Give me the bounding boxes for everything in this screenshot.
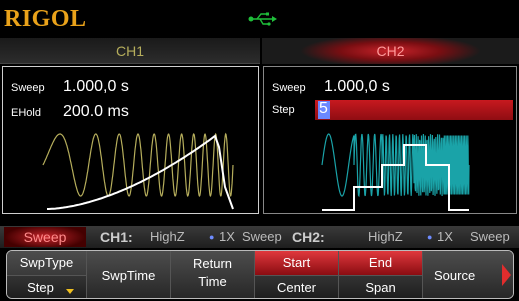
status-ch1-label: CH1:	[100, 229, 133, 245]
swptype-value: Step	[7, 275, 86, 298]
source-label: Source	[434, 268, 476, 283]
status-ch1-dot-icon: ●	[209, 232, 215, 242]
softkey-start-center[interactable]: Start Center	[255, 251, 339, 298]
tab-ch2[interactable]: CH2	[262, 38, 519, 64]
status-ch2-mode: Sweep	[470, 229, 510, 244]
top-bar: RIGOL	[0, 0, 519, 38]
status-ch1-attenuation: 1X	[219, 229, 235, 244]
ch1-sweep-waveform	[42, 132, 234, 210]
usb-icon	[248, 12, 277, 26]
softkey-swptype[interactable]: SwpType Step	[7, 251, 87, 298]
status-ch2-impedance: HighZ	[368, 229, 403, 244]
status-ch2-dot-icon: ●	[427, 232, 433, 242]
span-option: Span	[339, 275, 422, 298]
end-option: End	[339, 251, 422, 275]
tab-ch1[interactable]: CH1	[0, 38, 260, 64]
softkey-return-time[interactable]: Return Time	[171, 251, 255, 298]
status-ch1-mode: Sweep	[242, 229, 282, 244]
ch2-step-sweep-waveform	[321, 133, 470, 211]
status-ch2-attenuation: 1X	[437, 229, 453, 244]
arrow-right-icon[interactable]	[502, 264, 511, 286]
return-time-line2: Time	[198, 274, 227, 289]
status-bar: Sweep CH1: HighZ ● 1X Sweep CH2: HighZ ●…	[0, 226, 519, 248]
swptype-label: SwpType	[19, 255, 74, 270]
rigol-logo: RIGOL	[4, 6, 87, 32]
start-option: Start	[255, 251, 338, 275]
ch1-panel: Sweep 1.000,0 s EHold 200.0 ms	[2, 66, 259, 214]
swptime-label: SwpTime	[101, 268, 156, 283]
softkey-swptime[interactable]: SwpTime	[87, 251, 171, 298]
ch2-panel: Sweep 1.000,0 s Step 5	[263, 66, 517, 214]
softkey-source[interactable]: Source	[423, 251, 513, 298]
softkey-end-span[interactable]: End Span	[339, 251, 423, 298]
status-ch2-label: CH2:	[292, 229, 325, 245]
center-option: Center	[255, 275, 338, 298]
softkey-menu: SwpType Step SwpTime Return Time Start C…	[6, 250, 514, 299]
triangle-down-icon	[66, 289, 74, 294]
current-mode-label: Sweep	[4, 227, 86, 247]
status-ch1-impedance: HighZ	[150, 229, 185, 244]
